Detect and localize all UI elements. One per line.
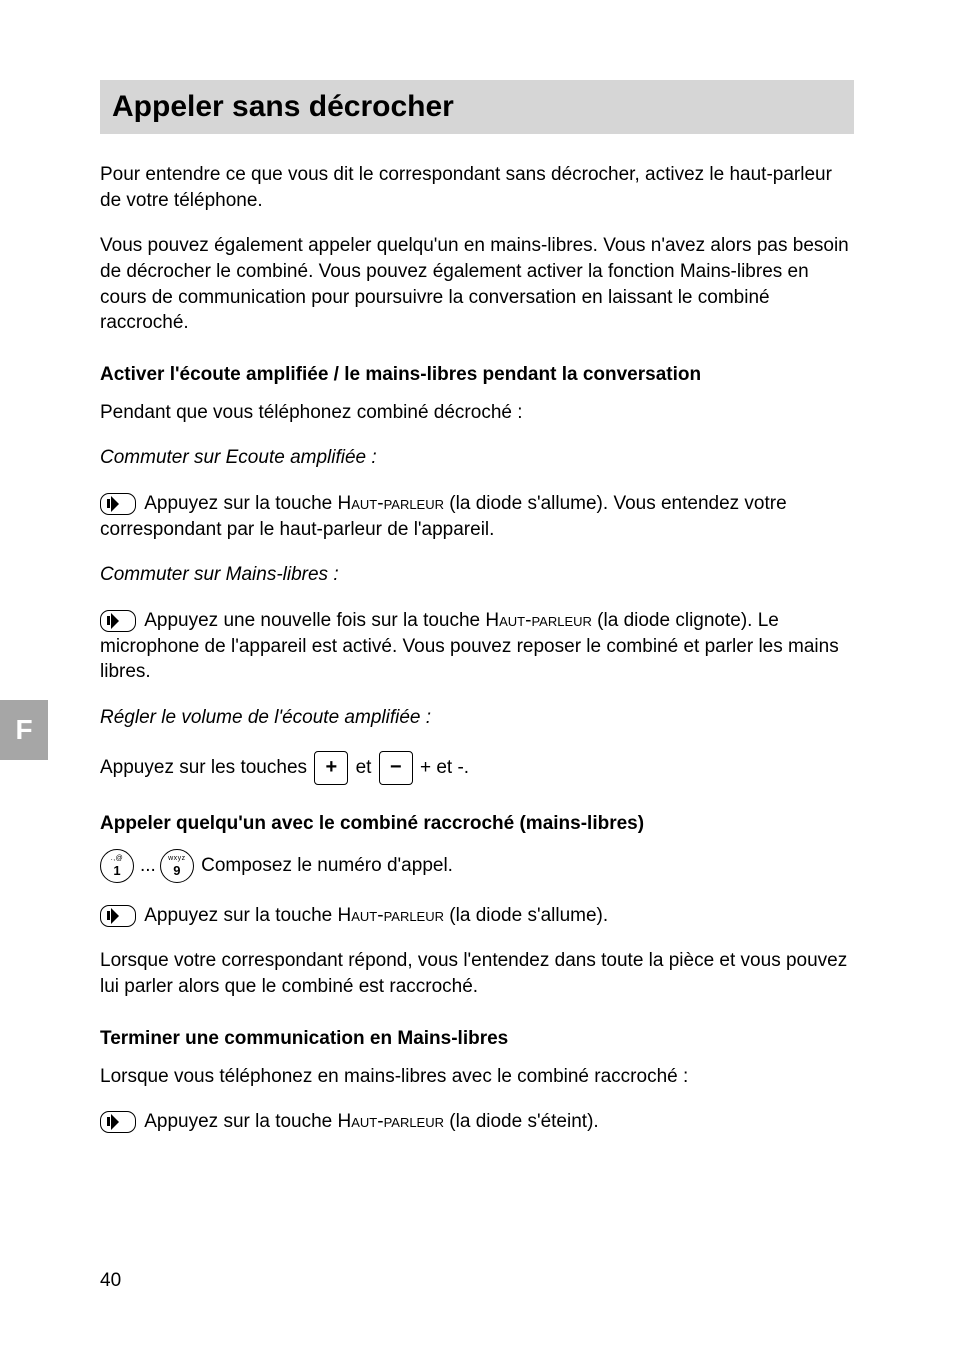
- subheading-end-call: Terminer une communication en Mains-libr…: [100, 1028, 854, 1050]
- section3-step1: Appuyez sur la touche Haut-parleur (la d…: [100, 1109, 854, 1135]
- keypad-1-icon: .,@ 1: [100, 849, 134, 883]
- section2-step2: Appuyez sur la touche Haut-parleur (la d…: [100, 903, 854, 929]
- section1-step2: Appuyez une nouvelle fois sur la touche …: [100, 608, 854, 685]
- intro-paragraph-1: Pour entendre ce que vous dit le corresp…: [100, 162, 854, 213]
- section1-sub1: Commuter sur Ecoute amplifiée :: [100, 445, 854, 471]
- speaker-icon: [100, 905, 136, 927]
- page-number: 40: [100, 1270, 121, 1292]
- subheading-activate: Activer l'écoute amplifiée / le mains-li…: [100, 364, 854, 386]
- speaker-icon: [100, 1111, 136, 1133]
- ellipsis: ...: [140, 855, 156, 876]
- speaker-icon: [100, 610, 136, 632]
- page-content: Appeler sans décrocher Pour entendre ce …: [0, 0, 954, 1235]
- intro-paragraph-2: Vous pouvez également appeler quelqu'un …: [100, 233, 854, 336]
- keypad-9-icon: wxyz 9: [160, 849, 194, 883]
- side-tab-label: F: [15, 714, 32, 746]
- section1-sub2: Commuter sur Mains-libres :: [100, 562, 854, 588]
- section1-step1: Appuyez sur la touche Haut-parleur (la d…: [100, 491, 854, 542]
- section1-line1: Pendant que vous téléphonez combiné décr…: [100, 400, 854, 426]
- section3-line1: Lorsque vous téléphonez en mains-libres …: [100, 1064, 854, 1090]
- side-tab-language: F: [0, 700, 48, 760]
- minus-button-icon: −: [379, 751, 413, 785]
- plus-button-icon: +: [314, 751, 348, 785]
- section2-line3: Lorsque votre correspondant répond, vous…: [100, 948, 854, 999]
- subheading-call-handsfree: Appeler quelqu'un avec le combiné raccro…: [100, 813, 854, 835]
- page-title: Appeler sans décrocher: [112, 90, 842, 124]
- section1-sub3: Régler le volume de l'écoute amplifiée :: [100, 705, 854, 731]
- speaker-icon: [100, 493, 136, 515]
- section2-step1: .,@ 1 ... wxyz 9 Composez le numéro d'ap…: [100, 849, 854, 883]
- section1-step3: Appuyez sur les touches + et − + et -.: [100, 751, 854, 785]
- section-title-bar: Appeler sans décrocher: [100, 80, 854, 134]
